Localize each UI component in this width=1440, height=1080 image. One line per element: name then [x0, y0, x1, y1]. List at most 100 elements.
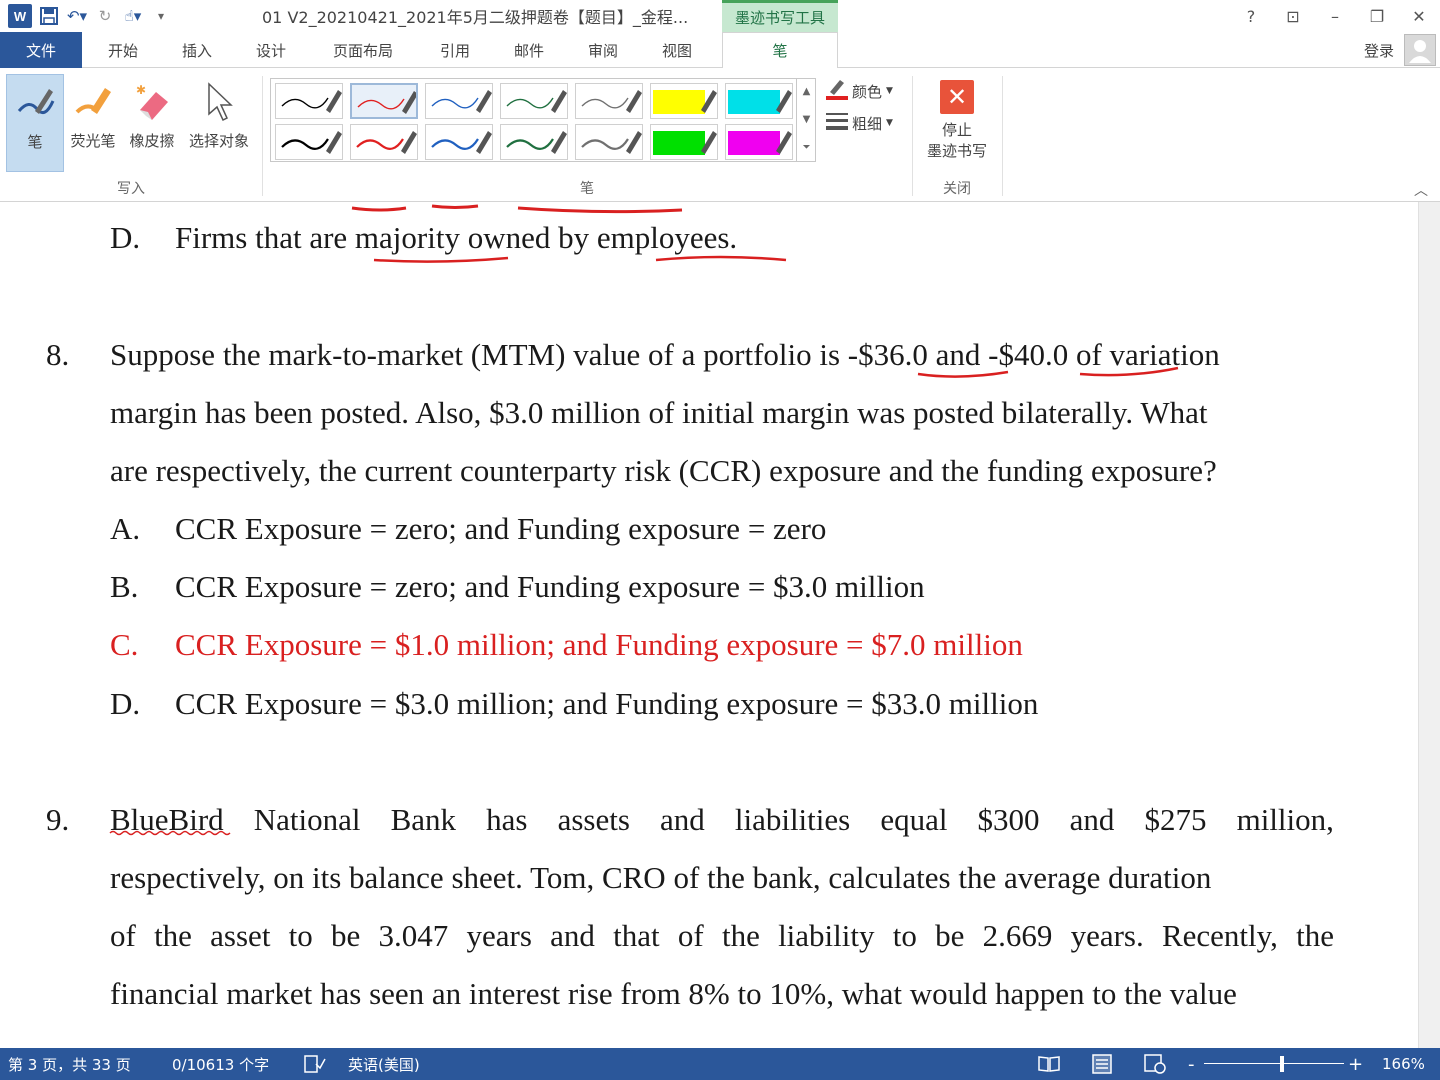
- thickness-icon: [826, 110, 848, 136]
- write-group-label: 写入: [117, 181, 145, 197]
- question-text-line: are respectively, the current counterpar…: [110, 453, 1217, 488]
- select-objects-button[interactable]: 选择对象: [182, 74, 256, 172]
- stop-inking-button[interactable]: ✕ 停止 墨迹书写: [920, 80, 994, 162]
- login-link[interactable]: 登录: [1364, 40, 1394, 61]
- gallery-more-icon[interactable]: ⏷: [797, 134, 816, 162]
- pen-swatch[interactable]: [725, 83, 793, 119]
- word-count[interactable]: 0/10613 个字: [172, 1048, 269, 1080]
- pen-swatch[interactable]: [275, 124, 343, 160]
- pen-swatch[interactable]: [425, 83, 493, 119]
- tab-home[interactable]: 开始: [96, 32, 150, 68]
- pen-color-icon: [826, 78, 848, 104]
- tab-mailings[interactable]: 邮件: [502, 32, 556, 68]
- pen-color-label: 颜色: [852, 82, 883, 101]
- option-letter: D.: [110, 686, 141, 721]
- web-layout-icon[interactable]: [1144, 1048, 1166, 1080]
- pen-swatch[interactable]: [500, 83, 568, 119]
- tab-layout[interactable]: 页面布局: [318, 32, 408, 68]
- word: years.: [1070, 918, 1144, 953]
- read-mode-icon[interactable]: [1038, 1048, 1060, 1080]
- tab-file[interactable]: 文件: [0, 32, 82, 68]
- help-button[interactable]: ?: [1230, 7, 1272, 26]
- word: liabilities: [734, 802, 851, 837]
- correct-option-text: CCR Exposure = $1.0 million; and Funding…: [175, 627, 1023, 662]
- pen-swatch[interactable]: [725, 124, 793, 160]
- pen-thickness-button[interactable]: 粗细 ▼: [826, 110, 893, 136]
- save-icon[interactable]: [38, 3, 60, 29]
- word-logo-icon[interactable]: W: [8, 4, 32, 28]
- page-count[interactable]: 第 3 页，共 33 页: [8, 1048, 131, 1080]
- word: $275: [1144, 802, 1207, 837]
- pen-swatch[interactable]: [650, 124, 718, 160]
- undo-icon[interactable]: ↶▾: [66, 3, 88, 29]
- gallery-scroll: ▲ ▼ ⏷: [796, 78, 816, 162]
- print-layout-icon[interactable]: [1092, 1048, 1112, 1080]
- word: 2.669: [982, 918, 1053, 953]
- word: that: [613, 918, 660, 953]
- close-x-icon: ✕: [940, 80, 974, 114]
- language-indicator[interactable]: 英语(美国): [348, 1048, 420, 1080]
- word: National: [253, 802, 361, 837]
- pen-tool-button[interactable]: 笔: [6, 74, 64, 172]
- chevron-down-icon: ▼: [886, 86, 893, 96]
- question-text-line: BlueBird National Bank has assets and liabilit…: [110, 802, 1334, 838]
- tab-insert[interactable]: 插入: [170, 32, 224, 68]
- word: Bank: [390, 802, 457, 837]
- vertical-scrollbar[interactable]: [1418, 202, 1440, 1048]
- word: the: [1296, 918, 1334, 953]
- gallery-up-icon[interactable]: ▲: [797, 78, 816, 106]
- option-text: CCR Exposure = $3.0 million; and Funding…: [175, 686, 1039, 721]
- pen-icon: [13, 75, 57, 131]
- stop-inking-line1: 停止: [941, 121, 972, 139]
- option-text: CCR Exposure = zero; and Funding exposur…: [175, 511, 827, 546]
- option-text: Firms that are majority owned by employe…: [175, 220, 738, 255]
- group-divider: [1002, 76, 1003, 196]
- tab-view[interactable]: 视图: [650, 32, 704, 68]
- status-bar: 第 3 页，共 33 页 0/10613 个字 英语(美国) - + 166%: [0, 1048, 1440, 1080]
- zoom-in-button[interactable]: +: [1348, 1048, 1363, 1080]
- option-text: CCR Exposure = zero; and Funding exposur…: [175, 569, 925, 604]
- tab-references[interactable]: 引用: [428, 32, 482, 68]
- gallery-down-icon[interactable]: ▼: [797, 106, 816, 134]
- ribbon-display-options-button[interactable]: ⊡: [1272, 7, 1314, 26]
- redo-icon[interactable]: ↻: [94, 3, 116, 29]
- pen-gallery: [270, 78, 816, 162]
- word: of: [677, 918, 704, 953]
- word: the: [154, 918, 192, 953]
- word: of: [110, 918, 136, 953]
- proofing-icon[interactable]: [304, 1048, 326, 1080]
- tab-review[interactable]: 审阅: [576, 32, 630, 68]
- eraser-button[interactable]: ✱ 橡皮擦: [124, 74, 180, 172]
- pen-color-button[interactable]: 颜色 ▼: [826, 78, 893, 104]
- user-avatar-icon[interactable]: [1404, 34, 1436, 66]
- option-letter: D.: [110, 220, 141, 255]
- close-button[interactable]: ✕: [1398, 7, 1440, 26]
- touch-mode-icon[interactable]: ☝▾: [122, 3, 144, 29]
- option-letter: B.: [110, 569, 139, 604]
- tab-pens[interactable]: 笔: [722, 32, 838, 69]
- pen-swatch[interactable]: [275, 83, 343, 119]
- tab-design[interactable]: 设计: [244, 32, 298, 68]
- restore-button[interactable]: ❐: [1356, 7, 1398, 26]
- pen-swatch[interactable]: [500, 124, 568, 160]
- pen-swatch[interactable]: [575, 124, 643, 160]
- pen-swatch[interactable]: [350, 124, 418, 160]
- zoom-slider-track[interactable]: [1204, 1063, 1344, 1064]
- pen-swatch[interactable]: [650, 83, 718, 119]
- question-text-line: financial market has seen an interest ri…: [110, 976, 1237, 1011]
- document-canvas[interactable]: D. Firms that are majority owned by empl…: [0, 202, 1418, 1048]
- highlighter-button[interactable]: 荧光笔: [66, 74, 120, 172]
- pens-group-label: 笔: [580, 181, 594, 197]
- zoom-slider-thumb[interactable]: [1280, 1056, 1284, 1072]
- pen-swatch[interactable]: [350, 83, 418, 119]
- zoom-level[interactable]: 166%: [1382, 1048, 1425, 1080]
- customize-qat-icon[interactable]: ▾: [150, 3, 172, 29]
- zoom-out-button[interactable]: -: [1188, 1048, 1195, 1080]
- word: assets: [557, 802, 630, 837]
- correct-option-letter: C.: [110, 627, 139, 662]
- pen-swatch[interactable]: [425, 124, 493, 160]
- pen-swatch[interactable]: [575, 83, 643, 119]
- minimize-button[interactable]: –: [1314, 7, 1356, 26]
- collapse-ribbon-icon[interactable]: ︿: [1414, 180, 1428, 200]
- svg-text:✱: ✱: [136, 83, 146, 97]
